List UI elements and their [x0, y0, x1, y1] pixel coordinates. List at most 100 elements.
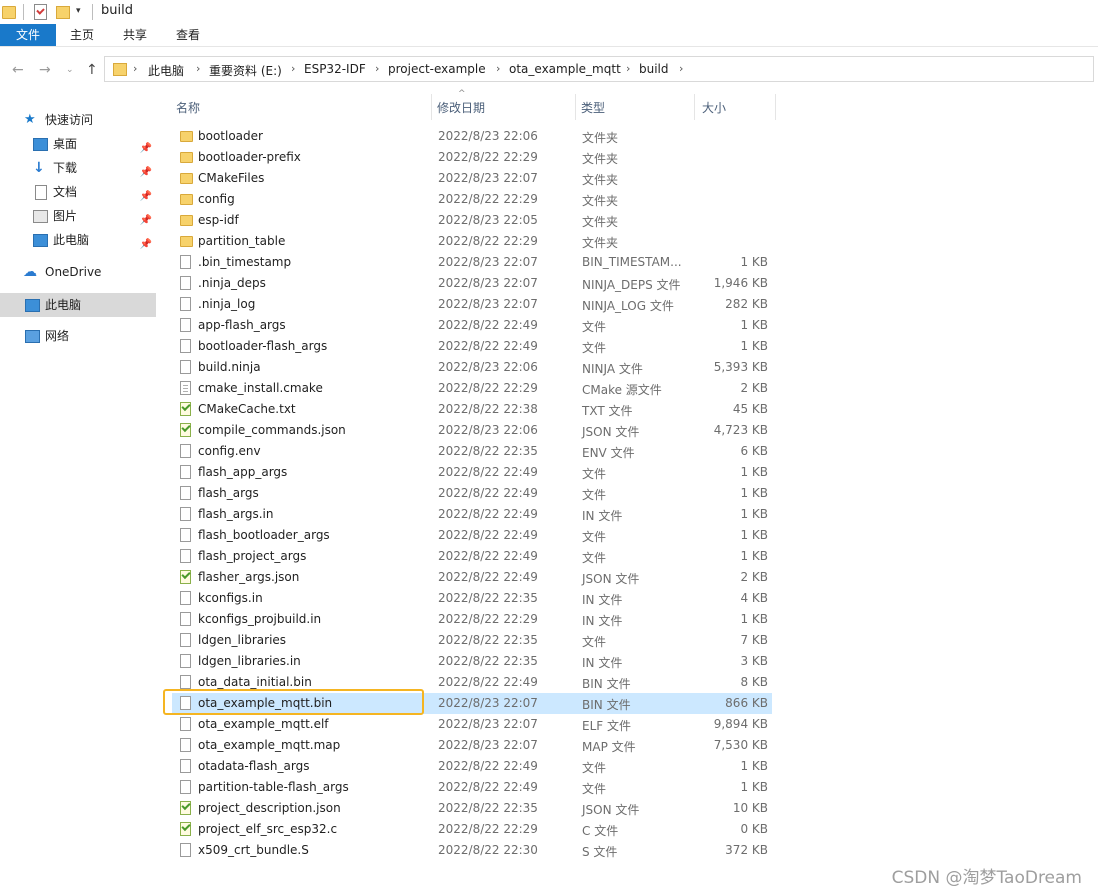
breadcrumb-item[interactable]: ESP32-IDF — [304, 62, 366, 76]
column-divider[interactable] — [775, 94, 776, 120]
nav-item-network[interactable]: 网络 — [0, 324, 156, 348]
file-date: 2022/8/22 22:35 — [438, 591, 538, 605]
recent-locations-chevron-icon[interactable]: ⌄ — [66, 65, 74, 75]
new-folder-icon[interactable] — [56, 6, 70, 19]
text-file-icon — [180, 822, 191, 836]
nav-item-pictures[interactable]: 图片 📌 — [0, 204, 156, 228]
file-size: 1 KB — [740, 528, 768, 542]
nav-item-downloads[interactable]: ↓ 下载 📌 — [0, 156, 156, 180]
file-icon — [180, 507, 191, 521]
breadcrumb-chevron-icon[interactable]: › — [196, 62, 200, 75]
nav-item-this-pc[interactable]: 此电脑 — [0, 293, 156, 317]
file-row[interactable]: .bin_timestamp 2022/8/23 22:07 BIN_TIMESTA… — [172, 252, 772, 273]
file-row[interactable]: config.env 2022/8/22 22:35 ENV 文件 6 KB — [172, 441, 772, 462]
file-row[interactable]: bootloader-flash_args 2022/8/22 22:49 文件 1 … — [172, 336, 772, 357]
file-name: flash_bootloader_args — [198, 528, 330, 542]
tab-share[interactable]: 共享 — [111, 24, 159, 46]
file-row[interactable]: flash_args.in 2022/8/22 22:49 IN 文件 1 KB — [172, 504, 772, 525]
file-row[interactable]: x509_crt_bundle.S 2022/8/22 22:30 S 文件 372 … — [172, 840, 772, 861]
file-type: 文件 — [582, 320, 607, 334]
breadcrumb-item[interactable]: project-example — [388, 62, 486, 76]
file-size: 1 KB — [740, 339, 768, 353]
nav-item-onedrive[interactable]: ☁ OneDrive — [0, 260, 156, 284]
file-row[interactable]: ota_example_mqtt.elf 2022/8/23 22:07 ELF 文… — [172, 714, 772, 735]
file-type: 文件 — [582, 488, 607, 502]
file-row[interactable]: bootloader-prefix 2022/8/22 22:29 文件夹 — [172, 147, 772, 168]
forward-arrow-icon[interactable]: → — [39, 62, 51, 78]
file-type: BIN 文件 — [582, 677, 631, 691]
file-row[interactable]: config 2022/8/22 22:29 文件夹 — [172, 189, 772, 210]
column-divider[interactable] — [694, 94, 695, 120]
breadcrumb-chevron-icon[interactable]: › — [679, 62, 683, 75]
column-header-size[interactable]: 大小 — [702, 99, 726, 116]
file-name: project_elf_src_esp32.c — [198, 822, 338, 836]
file-size: 10 KB — [732, 801, 768, 815]
file-row[interactable]: flash_bootloader_args 2022/8/22 22:49 文件 1 … — [172, 525, 772, 546]
breadcrumb-item[interactable]: 此电脑 — [148, 62, 184, 79]
folder-icon — [180, 131, 193, 142]
file-size: 7,530 KB — [713, 738, 768, 752]
tab-file[interactable]: 文件 — [0, 24, 56, 46]
nav-item-desktop[interactable]: 桌面 📌 — [0, 132, 156, 156]
file-row[interactable]: otadata-flash_args 2022/8/22 22:49 文件 1 KB — [172, 756, 772, 777]
file-row[interactable]: build.ninja 2022/8/23 22:06 NINJA 文件 5,393 … — [172, 357, 772, 378]
file-type: 文件 — [582, 761, 607, 775]
properties-icon[interactable] — [34, 4, 47, 20]
file-row[interactable]: flash_args 2022/8/22 22:49 文件 1 KB — [172, 483, 772, 504]
file-name: CMakeCache.txt — [198, 402, 296, 416]
folder-icon[interactable] — [2, 6, 16, 19]
breadcrumb-chevron-icon[interactable]: › — [496, 62, 500, 75]
breadcrumb-chevron-icon[interactable]: › — [291, 62, 295, 75]
file-icon — [180, 339, 191, 353]
breadcrumb-item[interactable]: ota_example_mqtt — [509, 62, 621, 76]
file-name: bootloader-flash_args — [198, 339, 328, 353]
file-row[interactable]: .ninja_deps 2022/8/23 22:07 NINJA_DEPS 文件 1… — [172, 273, 772, 294]
file-row[interactable]: esp-idf 2022/8/23 22:05 文件夹 — [172, 210, 772, 231]
column-header-date[interactable]: 修改日期 — [437, 99, 485, 116]
address-bar[interactable]: › 此电脑 › 重要资料 (E:) › ESP32-IDF › project-… — [104, 56, 1094, 82]
file-row[interactable]: bootloader 2022/8/23 22:06 文件夹 — [172, 126, 772, 147]
file-row[interactable]: ota_example_mqtt.map 2022/8/23 22:07 MAP 文… — [172, 735, 772, 756]
file-row[interactable]: CMakeCache.txt 2022/8/22 22:38 TXT 文件 45 KB — [172, 399, 772, 420]
file-row[interactable]: kconfigs_projbuild.in 2022/8/22 22:29 IN 文… — [172, 609, 772, 630]
file-row[interactable]: project_elf_src_esp32.c 2022/8/22 22:29 C … — [172, 819, 772, 840]
breadcrumb-item[interactable]: 重要资料 (E:) — [209, 62, 282, 79]
watermark-text: CSDN @淘梦TaoDream — [891, 868, 1082, 888]
customize-toolbar-dropdown[interactable]: ▾ — [76, 6, 81, 16]
breadcrumb-chevron-icon[interactable]: › — [626, 62, 630, 75]
file-name: bootloader — [198, 129, 263, 143]
ribbon: 文件 主页 共享 查看 — [0, 24, 1098, 47]
nav-item-documents[interactable]: 文档 📌 — [0, 180, 156, 204]
file-type: IN 文件 — [582, 656, 623, 670]
tab-view[interactable]: 查看 — [164, 24, 212, 46]
column-divider[interactable] — [431, 94, 432, 120]
file-row[interactable]: partition_table 2022/8/22 22:29 文件夹 — [172, 231, 772, 252]
file-row[interactable]: kconfigs.in 2022/8/22 22:35 IN 文件 4 KB — [172, 588, 772, 609]
column-header-name[interactable]: 名称 — [176, 99, 200, 116]
back-arrow-icon[interactable]: ← — [12, 62, 24, 78]
up-arrow-icon[interactable]: ↑ — [86, 62, 98, 78]
file-row[interactable]: ldgen_libraries 2022/8/22 22:35 文件 7 KB — [172, 630, 772, 651]
file-row[interactable]: compile_commands.json 2022/8/23 22:06 JSON… — [172, 420, 772, 441]
file-row[interactable]: app-flash_args 2022/8/22 22:49 文件 1 KB — [172, 315, 772, 336]
column-divider[interactable] — [575, 94, 576, 120]
file-row[interactable]: flash_app_args 2022/8/22 22:49 文件 1 KB — [172, 462, 772, 483]
nav-item-this-pc-pinned[interactable]: 此电脑 📌 — [0, 228, 156, 252]
tab-home[interactable]: 主页 — [58, 24, 106, 46]
file-row[interactable]: flasher_args.json 2022/8/22 22:49 JSON 文件 2… — [172, 567, 772, 588]
column-header-type[interactable]: 类型 — [581, 99, 605, 116]
nav-item-quick-access[interactable]: ★ 快速访问 — [0, 108, 156, 132]
pin-icon[interactable]: 📌 — [140, 233, 152, 257]
file-row[interactable]: ldgen_libraries.in 2022/8/22 22:35 IN 文件 3 … — [172, 651, 772, 672]
file-row[interactable]: project_description.json 2022/8/22 22:35 J… — [172, 798, 772, 819]
file-date: 2022/8/23 22:06 — [438, 129, 538, 143]
breadcrumb-chevron-icon[interactable]: › — [133, 62, 137, 75]
file-row[interactable]: cmake_install.cmake 2022/8/22 22:29 CMake … — [172, 378, 772, 399]
file-row[interactable]: partition-table-flash_args 2022/8/22 22:4… — [172, 777, 772, 798]
file-row[interactable]: .ninja_log 2022/8/23 22:07 NINJA_LOG 文件 282… — [172, 294, 772, 315]
breadcrumb-item[interactable]: build — [639, 62, 669, 76]
file-row[interactable]: flash_project_args 2022/8/22 22:49 文件 1 KB — [172, 546, 772, 567]
file-row[interactable]: CMakeFiles 2022/8/23 22:07 文件夹 — [172, 168, 772, 189]
breadcrumb-chevron-icon[interactable]: › — [375, 62, 379, 75]
file-icon — [180, 297, 191, 311]
